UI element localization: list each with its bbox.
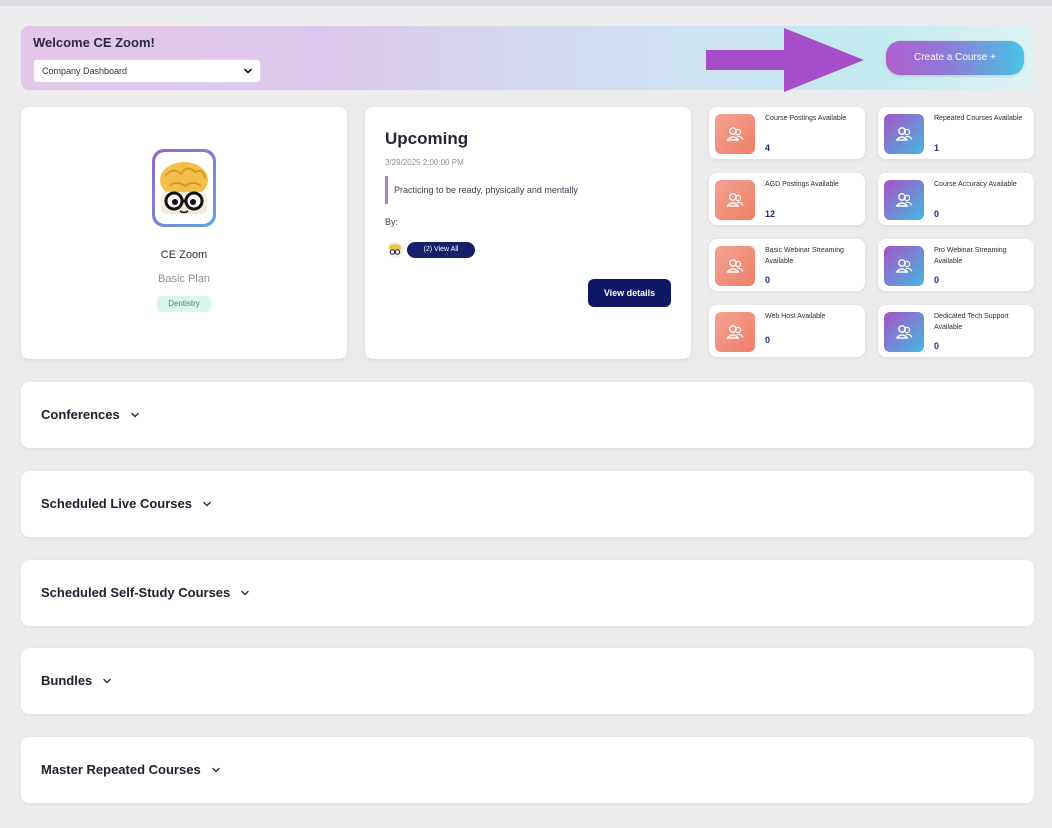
section-accordion[interactable]: Scheduled Self-Study Courses xyxy=(21,560,1034,626)
chevron-down-icon[interactable] xyxy=(202,499,212,509)
stat-count: 0 xyxy=(934,209,940,219)
users-icon xyxy=(884,114,924,154)
ce-zoom-logo xyxy=(152,149,216,227)
section-title: Scheduled Self-Study Courses xyxy=(41,585,231,600)
stat-card: Pro Webinar Streaming Available 0 xyxy=(878,239,1034,291)
stat-count: 0 xyxy=(934,275,940,285)
right-arrow-annotation xyxy=(706,28,864,92)
upcoming-by-label: By: xyxy=(385,217,399,227)
stat-count: 12 xyxy=(765,209,776,219)
section-title: Scheduled Live Courses xyxy=(41,496,192,511)
section-accordion[interactable]: Scheduled Live Courses xyxy=(21,471,1034,537)
users-icon xyxy=(884,312,924,352)
stat-label: Web Host Available xyxy=(765,313,826,320)
stat-card: Web Host Available 0 xyxy=(709,305,865,357)
specialty-badge: Dentistry xyxy=(157,296,211,312)
stat-label: AGD Postings Available xyxy=(765,181,839,188)
stat-label: Course Accuracy Available xyxy=(934,181,1017,188)
avatar xyxy=(387,242,403,258)
stat-card: AGD Postings Available 12 xyxy=(709,173,865,225)
section-title: Master Repeated Courses xyxy=(41,762,201,777)
brain-mascot-icon xyxy=(160,162,208,214)
chevron-down-icon[interactable] xyxy=(211,765,221,775)
section-accordion[interactable]: Master Repeated Courses xyxy=(21,737,1034,803)
users-icon xyxy=(715,312,755,352)
profile-plan: Basic Plan xyxy=(158,273,210,285)
stat-card: Dedicated Tech Support Available 0 xyxy=(878,305,1034,357)
users-icon xyxy=(884,246,924,286)
dashboard-select-value: Company Dashboard xyxy=(42,66,128,76)
dashboard-select[interactable]: Company Dashboard xyxy=(33,59,261,83)
users-icon xyxy=(715,246,755,286)
stat-count: 4 xyxy=(765,143,771,153)
stat-card: Course Accuracy Available 0 xyxy=(878,173,1034,225)
upcoming-card: Upcoming 3/29/2025 2:00:00 PM Practicing… xyxy=(365,107,691,359)
stat-card: Repeated Courses Available 1 xyxy=(878,107,1034,159)
chevron-down-icon xyxy=(244,68,252,74)
view-details-button[interactable]: View details xyxy=(588,279,671,307)
profile-card: CE Zoom Basic Plan Dentistry xyxy=(21,107,347,359)
create-course-button[interactable]: Create a Course + xyxy=(886,41,1024,75)
upcoming-description: Practicing to be ready, physically and m… xyxy=(385,176,578,204)
upcoming-datetime: 3/29/2025 2:00:00 PM xyxy=(385,158,464,167)
section-title: Bundles xyxy=(41,673,93,688)
stat-label: Dedicated Tech Support Available xyxy=(934,313,1009,331)
stat-count: 0 xyxy=(765,335,771,345)
stat-count: 1 xyxy=(934,143,940,153)
stat-count: 0 xyxy=(934,341,940,351)
profile-name: CE Zoom xyxy=(160,249,208,261)
section-accordion[interactable]: Bundles xyxy=(21,648,1034,714)
upcoming-title: Upcoming xyxy=(385,129,469,148)
users-icon xyxy=(715,114,755,154)
top-border xyxy=(0,0,1052,6)
stat-label: Course Postings Available xyxy=(765,115,847,122)
users-icon xyxy=(715,180,755,220)
chevron-down-icon[interactable] xyxy=(102,676,112,686)
chevron-down-icon[interactable] xyxy=(240,588,250,598)
stat-label: Repeated Courses Available xyxy=(934,115,1023,122)
welcome-text: Welcome CE Zoom! xyxy=(33,35,155,50)
stat-label: Basic Webinar Streaming Available xyxy=(765,247,844,265)
view-all-button[interactable]: (2) View All xyxy=(407,242,475,258)
users-icon xyxy=(884,180,924,220)
stat-label: Pro Webinar Streaming Available xyxy=(934,247,1007,265)
section-title: Conferences xyxy=(41,407,120,422)
stat-count: 0 xyxy=(765,275,771,285)
section-accordion[interactable]: Conferences xyxy=(21,382,1034,448)
welcome-banner: Welcome CE Zoom! Company Dashboard Creat… xyxy=(21,26,1034,90)
chevron-down-icon[interactable] xyxy=(130,410,140,420)
stat-card: Basic Webinar Streaming Available 0 xyxy=(709,239,865,291)
dashboard-page: Welcome CE Zoom! Company Dashboard Creat… xyxy=(0,0,1052,828)
stat-card: Course Postings Available 4 xyxy=(709,107,865,159)
